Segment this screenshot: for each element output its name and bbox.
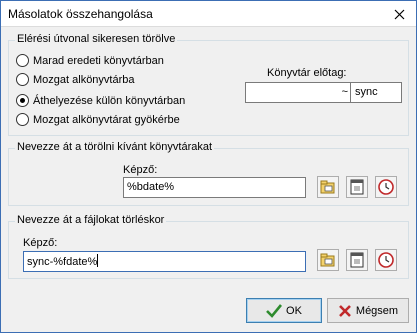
group-rename-files: Nevezze át a fájlokat törléskor Képző: s… [8,214,409,279]
dir-prefix-label: Könyvtár előtag: [267,67,347,79]
folder-template-icon [320,253,335,267]
radio-keep-in-original-dir[interactable]: Marad eredeti könyvtárban [16,54,164,67]
cross-icon [338,304,351,317]
insert-time-button[interactable] [375,249,397,271]
close-button[interactable] [390,5,408,23]
file-pattern-input[interactable]: sync-%fdate% [23,251,306,272]
radio-indicator-selected[interactable] [16,94,29,107]
radio-move-subdir-to-root[interactable]: Mozgat alkönyvtárat gyökérbe [16,113,180,126]
clock-icon [378,252,394,268]
radio-indicator[interactable] [16,54,29,67]
title-bar: Másolatok összehangolása [1,1,416,27]
radio-label: Mozgat alkönyvtárba [33,73,135,86]
insert-date-button[interactable] [346,249,368,271]
radio-indicator[interactable] [16,73,29,86]
insert-variable-button[interactable] [317,176,339,198]
radio-separate-dir[interactable]: Áthelyezése külön könyvtárban [16,94,185,107]
cancel-button[interactable]: Mégsem [327,298,409,323]
radio-label: Marad eredeti könyvtárban [33,54,164,67]
window-title: Másolatok összehangolása [8,7,153,21]
calendar-icon [350,252,364,268]
dir-prefix-field[interactable]: ~ sync [245,82,402,103]
file-pattern-label: Képző: [23,237,58,249]
dir-prefix-right-input[interactable]: sync [352,83,378,102]
sync-dialog-window: Másolatok összehangolása Elérési útvonal… [0,0,417,333]
group-rename-files-legend: Nevezze át a fájlokat törléskor [15,214,167,226]
dir-pattern-input[interactable]: %bdate% [123,177,306,198]
radio-label: Áthelyezése külön könyvtárban [33,94,186,107]
clock-icon [378,179,394,195]
calendar-icon [350,179,364,195]
radio-label: Mozgat alkönyvtárat gyökérbe [33,113,180,126]
group-rename-dirs: Nevezze át a törölni kívánt könyvtárakat… [8,141,409,206]
group-deleted-path: Elérési útvonal sikeresen törölve Marad … [8,33,409,136]
dir-pattern-value: %bdate% [127,181,175,193]
checkmark-icon [266,303,283,318]
text-caret [97,254,99,267]
group-rename-dirs-legend: Nevezze át a törölni kívánt könyvtárakat [15,141,215,153]
file-pattern-value: sync-%fdate% [27,256,98,268]
folder-template-icon [320,180,335,194]
close-icon [394,9,404,19]
insert-variable-button[interactable] [317,249,339,271]
dir-pattern-label: Képző: [123,164,158,176]
cancel-button-label: Mégsem [355,304,399,317]
insert-time-button[interactable] [375,176,397,198]
group-deleted-path-legend: Elérési útvonal sikeresen törölve [15,33,178,45]
radio-move-to-subdir[interactable]: Mozgat alkönyvtárba [16,73,135,86]
insert-date-button[interactable] [346,176,368,198]
radio-indicator[interactable] [16,113,29,126]
ok-button[interactable]: OK [246,298,322,323]
ok-button-label: OK [286,304,302,317]
dir-prefix-separator [350,83,351,102]
dir-prefix-left-input[interactable]: ~ [246,83,350,102]
